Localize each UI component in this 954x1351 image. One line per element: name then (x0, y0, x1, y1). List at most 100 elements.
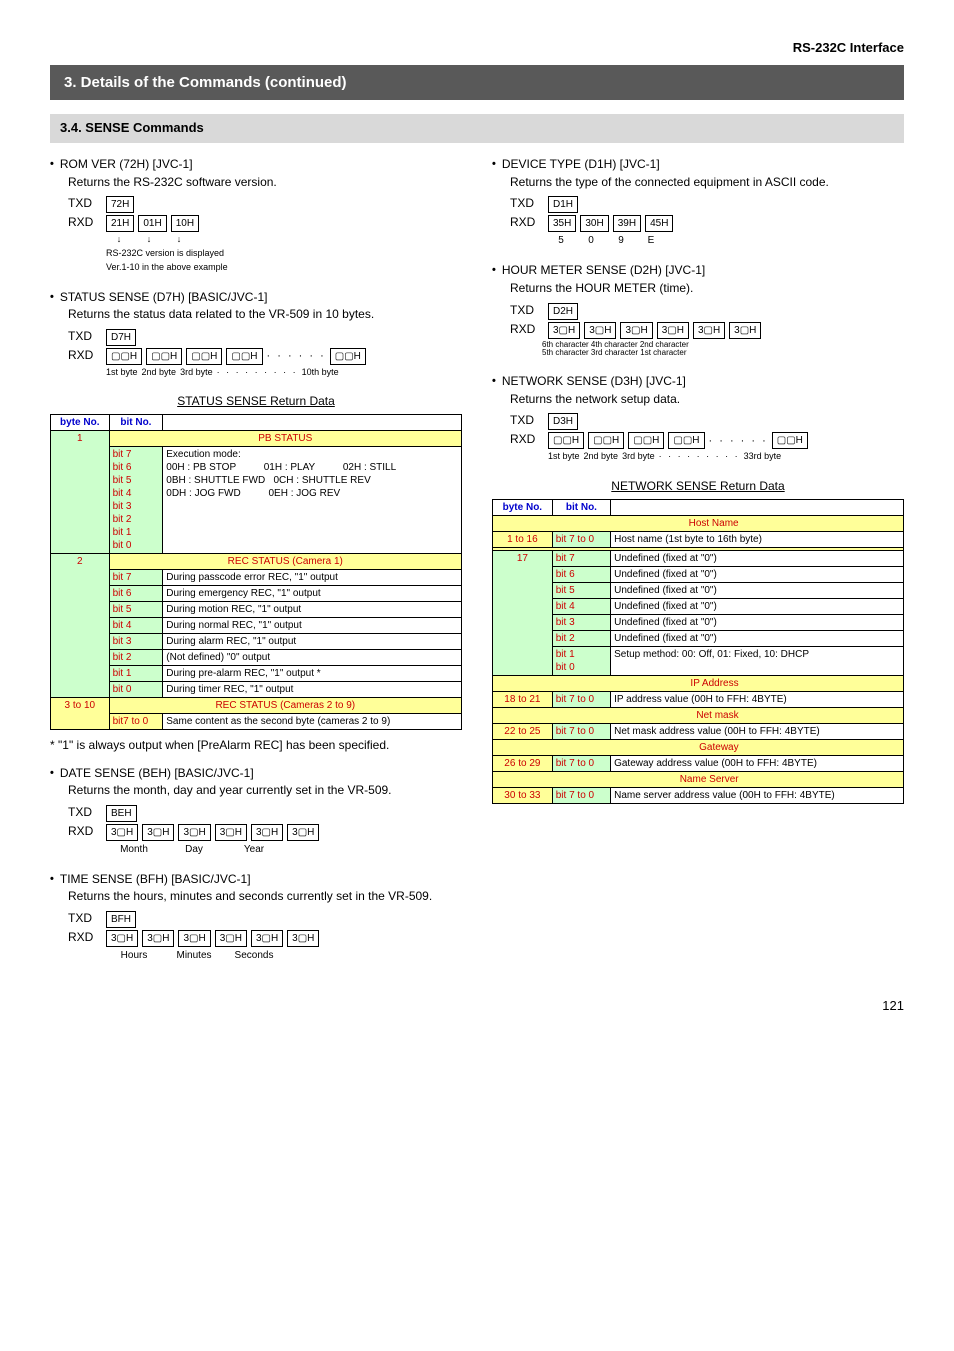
rec-status-header: REC STATUS (Camera 1) (109, 554, 461, 570)
dots: · · · · · · (709, 434, 768, 448)
device-type-desc: Returns the type of the connected equipm… (510, 175, 904, 191)
bit-cell: bit 3 (552, 614, 610, 630)
status-table-title: STATUS SENSE Return Data (50, 394, 462, 410)
byte-label: 3rd byte (180, 367, 213, 379)
rom-ver-note1: RS-232C version is displayed (106, 248, 462, 260)
network-sense-table: byte No. bit No. Host Name 1 to 16 bit 7… (492, 499, 904, 804)
byte-label: 2nd byte (142, 367, 177, 379)
bit-cell: bit 7 to 0 (552, 531, 610, 547)
hex-box: 3▢H (142, 930, 174, 947)
bit-cell: bit 7 to 0 (552, 691, 610, 707)
bit-cell: bit7 to 0 (109, 714, 163, 730)
table-cell: Same content as the second byte (cameras… (163, 714, 462, 730)
byte-cell: 22 to 25 (493, 723, 553, 739)
hour-meter-section: • HOUR METER SENSE (D2H) [JVC-1] Returns… (492, 263, 904, 358)
table-cell: Undefined (fixed at "0") (611, 550, 904, 566)
network-sense-desc: Returns the network setup data. (510, 392, 904, 408)
table-cell: During normal REC, "1" output (163, 618, 462, 634)
hex-box: 3▢H (620, 322, 652, 339)
byte-label: 1st byte (548, 451, 580, 463)
hex-box: BEH (106, 805, 137, 822)
section-header: Host Name (493, 515, 904, 531)
hex-box: ▢▢H (548, 432, 584, 449)
bit-cell: bit 6 (109, 586, 163, 602)
table-cell: (Not defined) "0" output (163, 650, 462, 666)
bit-list: bit 7bit 6 bit 5bit 4 bit 3bit 2 bit 1bi… (109, 447, 163, 554)
rxd-label: RXD (510, 432, 540, 448)
table-cell: Host name (1st byte to 16th byte) (611, 531, 904, 547)
hex-box: ▢▢H (772, 432, 808, 449)
hex-box: 3▢H (584, 322, 616, 339)
time-sense-desc: Returns the hours, minutes and seconds c… (68, 889, 462, 905)
section-header: Net mask (493, 707, 904, 723)
section-header: Name Server (493, 771, 904, 787)
date-sense-title: DATE SENSE (BEH) [BASIC/JVC-1] (60, 766, 254, 782)
txd-label: TXD (510, 413, 540, 429)
hex-box: ▢▢H (106, 348, 142, 365)
table-cell: Undefined (fixed at "0") (611, 582, 904, 598)
bit-cell: bit 4 (109, 618, 163, 634)
hex-box: 3▢H (178, 824, 210, 841)
rxd-label: RXD (510, 215, 540, 231)
group-label: Seconds (226, 949, 282, 962)
table-cell: Setup method: 00: Off, 01: Fixed, 10: DH… (611, 646, 904, 675)
hex-box: ▢▢H (186, 348, 222, 365)
date-sense-section: • DATE SENSE (BEH) [BASIC/JVC-1] Returns… (50, 766, 462, 856)
table-cell: IP address value (00H to FFH: 4BYTE) (611, 691, 904, 707)
hour-meter-desc: Returns the HOUR METER (time). (510, 281, 904, 297)
page-number: 121 (50, 998, 904, 1015)
bit-cell: bit 4 (552, 598, 610, 614)
title-bar: 3. Details of the Commands (continued) (50, 65, 904, 101)
bit-cell: bit 5 (552, 582, 610, 598)
byte-cell: 2 (51, 554, 110, 698)
txd-label: TXD (510, 196, 540, 212)
hex-box: 3▢H (106, 824, 138, 841)
table-cell: Undefined (fixed at "0") (611, 598, 904, 614)
th-bit: bit No. (552, 499, 610, 515)
bullet-icon: • (50, 157, 54, 173)
bit-cell: bit 0 (109, 682, 163, 698)
section-header: Gateway (493, 739, 904, 755)
hex-box: ▢▢H (146, 348, 182, 365)
hex-box: 3▢H (729, 322, 761, 339)
rom-ver-note2: Ver.1-10 in the above example (106, 262, 462, 274)
byte-label: 3rd byte (622, 451, 655, 463)
byte-cell: 1 (51, 431, 110, 554)
pb-status-header: PB STATUS (109, 431, 461, 447)
table-cell: During pre-alarm REC, "1" output * (163, 666, 462, 682)
footnote: * "1" is always output when [PreAlarm RE… (50, 738, 462, 754)
bullet-icon: • (492, 374, 496, 390)
bit-cell: bit 7 (109, 570, 163, 586)
group-label: Day (166, 843, 222, 856)
bullet-icon: • (50, 290, 54, 306)
txd-label: TXD (68, 911, 98, 927)
hex-box: 21H (106, 215, 134, 232)
hex-box: ▢▢H (330, 348, 366, 365)
network-sense-title: NETWORK SENSE (D3H) [JVC-1] (502, 374, 686, 390)
bit-cell: bit 5 (109, 602, 163, 618)
char-label: 9 (608, 234, 634, 247)
th-empty (611, 499, 904, 515)
hex-box: 3▢H (548, 322, 580, 339)
rxd-label: RXD (68, 215, 98, 231)
table-cell: Undefined (fixed at "0") (611, 566, 904, 582)
table-cell: Name server address value (00H to FFH: 4… (611, 787, 904, 803)
txd-label: TXD (68, 196, 98, 212)
hex-box: 3▢H (251, 824, 283, 841)
rxd-label: RXD (68, 930, 98, 946)
table-cell: Undefined (fixed at "0") (611, 630, 904, 646)
txd-label: TXD (510, 303, 540, 319)
hex-box: 3▢H (106, 930, 138, 947)
bit-cell: bit 7 to 0 (552, 723, 610, 739)
device-type-section: • DEVICE TYPE (D1H) [JVC-1] Returns the … (492, 157, 904, 247)
group-label: Month (106, 843, 162, 856)
byte-cell: 17 (493, 550, 553, 675)
status-sense-desc: Returns the status data related to the V… (68, 307, 462, 323)
dots: · · · · · · (267, 349, 326, 363)
byte-cell: 3 to 10 (51, 698, 110, 730)
rxd-label: RXD (510, 322, 540, 338)
group-label: Year (226, 843, 282, 856)
rxd-label: RXD (68, 824, 98, 840)
hex-box: 45H (645, 215, 673, 232)
hour-meter-title: HOUR METER SENSE (D2H) [JVC-1] (502, 263, 705, 279)
